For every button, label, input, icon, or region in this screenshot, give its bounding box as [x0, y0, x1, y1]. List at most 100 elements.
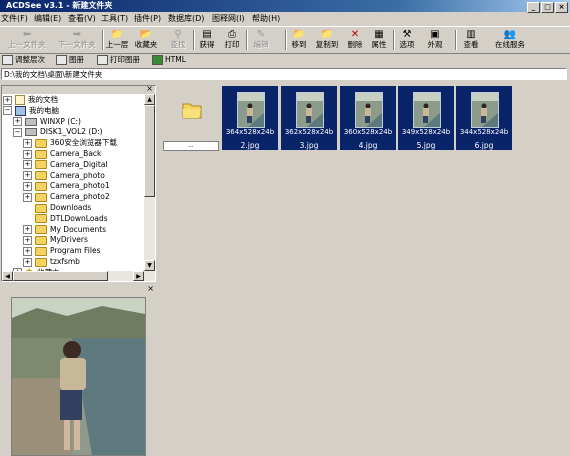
thumbnail-tile[interactable]: 362x528x24b: [281, 86, 337, 141]
scroll-left-button[interactable]: ◀: [2, 271, 13, 281]
menu-edit[interactable]: 编辑(E): [34, 13, 61, 25]
print-button[interactable]: ⎙ 打印: [221, 29, 243, 51]
printer-icon: ⎙: [228, 29, 236, 40]
tree-node[interactable]: − 我的电脑: [3, 105, 59, 116]
preview-panel: ×: [1, 285, 156, 456]
tree-node[interactable]: Downloads: [23, 202, 91, 213]
thumbnail-tile[interactable]: 349x528x24b: [398, 86, 454, 141]
menu-help[interactable]: 帮助(H): [252, 13, 280, 25]
thumbnail-filename: 6.jpg: [456, 141, 512, 150]
tree-node[interactable]: + Camera_photo2: [23, 191, 110, 202]
folder-icon: [35, 214, 47, 224]
acquire-button[interactable]: ▤ 获得: [196, 29, 218, 51]
thumbnail-tile[interactable]: 364x528x24b: [222, 86, 278, 141]
scroll-thumb[interactable]: [144, 105, 155, 197]
tree-node-label: Camera_photo2: [50, 192, 110, 202]
tree-horizontal-scrollbar[interactable]: ◀ ▶: [2, 271, 144, 281]
menu-imagenet[interactable]: 图释网(I): [212, 13, 245, 25]
scroll-right-button[interactable]: ▶: [133, 271, 144, 281]
scroll-up-button[interactable]: ▲: [144, 94, 155, 105]
delete-x-icon: ✕: [350, 29, 360, 40]
tree-node-label: Camera_Back: [50, 149, 102, 158]
thumbnail-image: [237, 92, 265, 128]
menu-tools[interactable]: 工具(T): [101, 13, 128, 25]
parent-folder-tile[interactable]: [163, 86, 219, 141]
thumbnail-filename: 2.jpg: [222, 141, 278, 150]
menu-plugins[interactable]: 插件(P): [134, 13, 161, 25]
tree-vertical-scrollbar[interactable]: ▲ ▼: [144, 94, 155, 281]
online-services-button[interactable]: 👥 在线服务: [490, 29, 530, 51]
expand-toggle-icon[interactable]: +: [3, 95, 12, 105]
html-button[interactable]: HTML: [152, 54, 186, 66]
tree-node[interactable]: + My Documents: [23, 224, 106, 235]
tree-node-label: tzxfsmb: [50, 257, 80, 266]
adjust-levels-button[interactable]: 调整层次: [2, 54, 45, 66]
menu-file[interactable]: 文件(F): [1, 13, 28, 25]
appearance-button[interactable]: ▣ 外观: [420, 29, 450, 51]
folder-icon: [35, 192, 47, 202]
print-album-button[interactable]: 打印图册: [97, 54, 140, 66]
toolbar-separator: [246, 30, 248, 50]
folder-icon: [35, 149, 47, 159]
expand-toggle-icon[interactable]: +: [23, 149, 32, 159]
tree-node-label: MyDrivers: [50, 235, 88, 245]
expand-toggle-icon[interactable]: +: [23, 192, 32, 202]
parent-folder-label: ..: [163, 141, 219, 151]
properties-button[interactable]: ▦ 属性: [368, 29, 390, 51]
move-to-button[interactable]: 📁 移到: [288, 29, 310, 51]
copy-folder-icon: 📁: [320, 29, 334, 40]
favorites-button[interactable]: 📂 收藏夹: [131, 29, 161, 51]
tree-node-label: WINXP (C:): [40, 116, 81, 126]
view-button[interactable]: ▥ 查看: [458, 29, 484, 51]
menu-view[interactable]: 查看(V): [68, 13, 96, 25]
main-toolbar: ⬅ 上一文件夹 ➡ 下一文件夹 📁 上一层 📂 收藏夹 ⚲ 查找 ▤ 获得 ⎙ 打印 ✎ 编辑 …: [0, 26, 570, 54]
expand-toggle-icon[interactable]: +: [23, 138, 32, 148]
thumbnail-tile[interactable]: 360x528x24b: [340, 86, 396, 141]
tree-node[interactable]: + WINXP (C:): [13, 116, 81, 127]
tree-node[interactable]: + MyDrivers: [23, 234, 88, 245]
copy-to-button[interactable]: 📁 复制到: [312, 29, 342, 51]
delete-button[interactable]: ✕ 删除: [344, 29, 366, 51]
tree-node-label: 我的电脑: [29, 105, 59, 115]
tree-node[interactable]: + Camera_Back: [23, 148, 101, 159]
scanner-icon: ▤: [202, 29, 212, 40]
tree-node[interactable]: + 我的文档: [3, 94, 58, 105]
expand-toggle-icon[interactable]: +: [23, 257, 32, 267]
tree-node[interactable]: DTLDownLoads: [23, 213, 108, 224]
folder-icon: [182, 103, 202, 119]
options-button[interactable]: ⚒ 选项: [396, 29, 418, 51]
back-arrow-icon: ⬅: [22, 29, 32, 40]
up-level-button[interactable]: 📁 上一层: [104, 29, 130, 51]
close-panel-icon[interactable]: ×: [146, 86, 153, 93]
expand-toggle-icon[interactable]: +: [23, 235, 32, 245]
scroll-down-button[interactable]: ▼: [144, 260, 155, 271]
tree-node[interactable]: + Program Files: [23, 245, 101, 256]
up-folder-button[interactable]: ⬅ 上一文件夹: [2, 29, 52, 51]
folder-icon: [35, 257, 47, 267]
expand-toggle-icon[interactable]: +: [23, 171, 32, 181]
close-preview-icon[interactable]: ×: [147, 285, 154, 293]
expand-toggle-icon[interactable]: −: [3, 106, 12, 116]
expand-toggle-icon[interactable]: +: [13, 117, 22, 127]
photo-album-button[interactable]: 图册: [56, 54, 84, 66]
expand-toggle-icon[interactable]: −: [13, 127, 22, 137]
hscroll-thumb[interactable]: [13, 271, 108, 281]
expand-toggle-icon[interactable]: +: [23, 181, 32, 191]
address-bar[interactable]: D:\我的文档\桌面\新建文件夹: [1, 68, 567, 80]
tree-node[interactable]: − DISK1_VOL2 (D:): [13, 126, 103, 137]
expand-toggle-icon[interactable]: +: [23, 225, 32, 235]
tree-node[interactable]: + Camera_Digital: [23, 159, 108, 170]
find-button[interactable]: ⚲ 查找: [166, 29, 190, 51]
favorites-folder-icon: 📂: [139, 29, 153, 40]
tree-node[interactable]: + Camera_photo1: [23, 180, 110, 191]
tree-node[interactable]: + tzxfsmb: [23, 256, 80, 267]
thumbnail-tile[interactable]: 344x528x24b: [456, 86, 512, 141]
tree-node[interactable]: + Camera_photo: [23, 170, 105, 181]
tree-node[interactable]: +360安全浏览器下载: [23, 137, 117, 148]
next-folder-button[interactable]: ➡ 下一文件夹: [52, 29, 102, 51]
edit-button[interactable]: ✎ 编辑: [249, 29, 273, 51]
expand-toggle-icon[interactable]: +: [23, 246, 32, 256]
expand-toggle-icon[interactable]: +: [23, 160, 32, 170]
menu-database[interactable]: 数据库(D): [168, 13, 204, 25]
thumbnail-dimensions: 344x528x24b: [459, 128, 509, 136]
